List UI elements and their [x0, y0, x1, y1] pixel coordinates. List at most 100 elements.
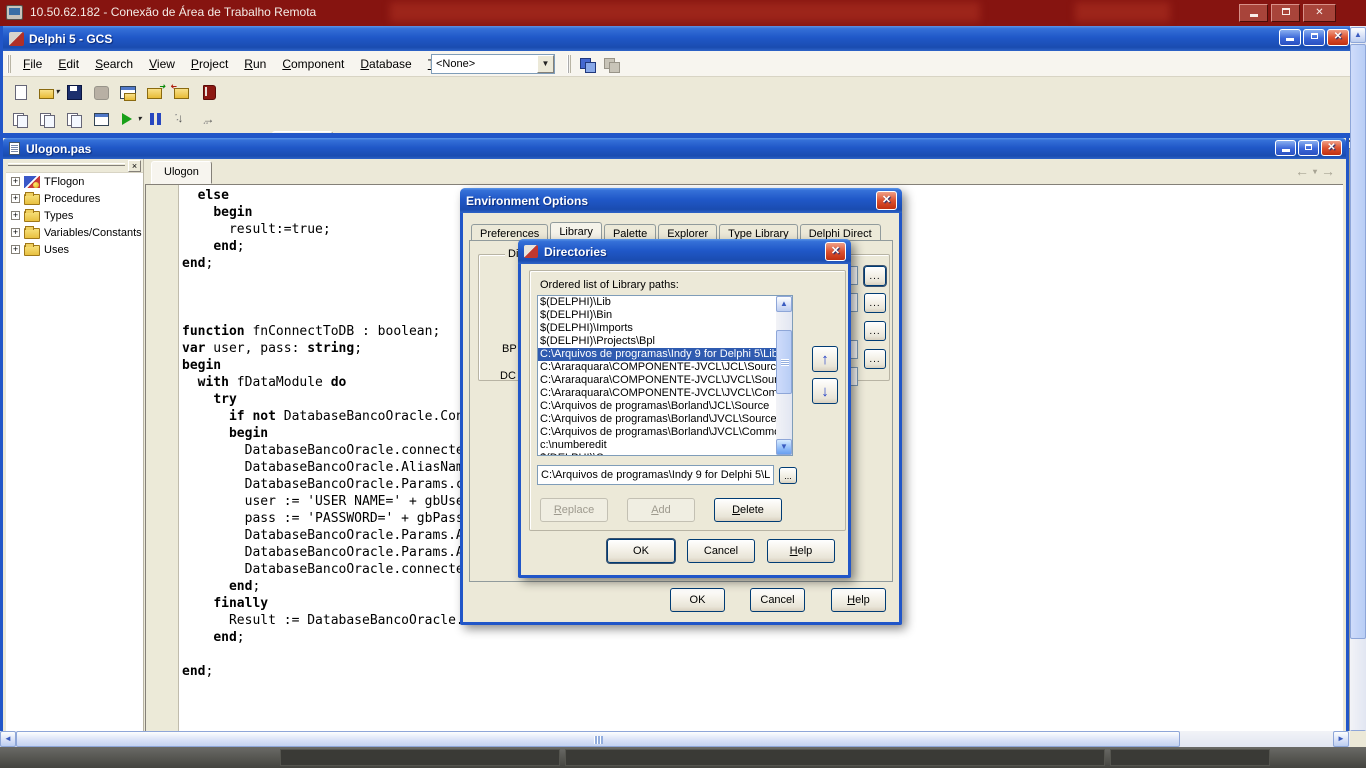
tree-item[interactable]: + Procedures [6, 190, 143, 207]
set-debug-desktop-icon[interactable] [601, 55, 621, 73]
rdp-vscroll-thumb[interactable] [1350, 44, 1366, 639]
library-path-item[interactable]: $(DELPHI)\Lib [538, 296, 776, 309]
dir-cancel-button[interactable]: Cancel [687, 539, 755, 563]
menu-item[interactable]: View [141, 53, 183, 75]
path-browse-button[interactable]: ... [779, 467, 797, 484]
close-button[interactable]: ✕ [1327, 29, 1349, 46]
move-down-button[interactable]: ↓ [812, 378, 838, 404]
chevron-down-icon[interactable]: ▾ [1313, 167, 1317, 176]
expand-icon[interactable]: + [11, 211, 20, 220]
menu-item[interactable]: Component [274, 53, 352, 75]
library-path-item[interactable]: C:\Arquivos de programas\Borland\JVCL\Co… [538, 426, 776, 439]
expand-icon[interactable]: + [11, 228, 20, 237]
editor-restore-button[interactable] [1298, 140, 1319, 156]
library-path-browse-button[interactable]: ... [864, 266, 886, 286]
menu-item[interactable]: Database [352, 53, 419, 75]
library-path-item[interactable]: C:\Araraquara\COMPONENTE-JVCL\JVCL\Com [538, 387, 776, 400]
library-path-item[interactable]: C:\Arquivos de programas\Borland\JCL\Sou… [538, 400, 776, 413]
maximize-button[interactable] [1303, 29, 1325, 46]
library-path-item[interactable]: $(DELPHI)\Projects\Bpl [538, 335, 776, 348]
taskbar-segment[interactable] [280, 749, 560, 766]
rdp-scroll-left-icon[interactable]: ◄ [0, 731, 16, 747]
toolbar-button[interactable] [88, 107, 113, 130]
tree-item[interactable]: + Types [6, 207, 143, 224]
toolbar-button[interactable] [169, 80, 194, 103]
taskbar-segment[interactable] [565, 749, 1105, 766]
toolbar-gripper[interactable] [7, 55, 11, 73]
rdp-vertical-scrollbar[interactable]: ▲ ▼ [1350, 26, 1366, 747]
code-line[interactable] [182, 714, 1343, 731]
rdp-close-button[interactable]: ✕ [1303, 4, 1336, 22]
toolbar-button[interactable] [7, 80, 32, 103]
toolbar-button[interactable] [196, 107, 221, 130]
delete-button[interactable]: Delete [714, 498, 782, 522]
toolbar-button[interactable] [115, 80, 140, 103]
editor-tab-ulogon[interactable]: Ulogon [151, 161, 212, 184]
editor-minimize-button[interactable] [1275, 140, 1296, 156]
replace-button[interactable]: Replace [540, 498, 608, 522]
library-path-item[interactable]: C:\Araraquara\COMPONENTE-JVCL\JVCL\Sour [538, 374, 776, 387]
toolbar-button[interactable] [61, 107, 86, 130]
menu-item[interactable]: File [15, 53, 50, 75]
toolbar-button[interactable] [169, 107, 194, 130]
toolbar-button[interactable] [196, 80, 221, 103]
library-path-item[interactable]: C:\Arquivos de programas\Indy 9 for Delp… [538, 348, 776, 361]
library-path-item[interactable]: c:\numberedit [538, 439, 776, 452]
eo-cancel-button[interactable]: Cancel [750, 588, 805, 612]
eo-ok-button[interactable]: OK [670, 588, 725, 612]
code-line[interactable] [182, 680, 1343, 697]
rdp-hscroll-thumb[interactable] [16, 731, 1180, 747]
list-scrollbar[interactable]: ▲ ▼ [776, 296, 792, 455]
path-input[interactable] [537, 465, 774, 485]
toolbar-button[interactable] [142, 80, 167, 103]
expand-icon[interactable]: + [11, 194, 20, 203]
toolbar-button[interactable] [34, 80, 59, 103]
dir-ok-button[interactable]: OK [607, 539, 675, 563]
menu-item[interactable]: Edit [50, 53, 87, 75]
tree-item[interactable]: + TFlogon [6, 173, 143, 190]
code-line[interactable]: end; [182, 663, 1343, 680]
environment-options-close-icon[interactable]: ✕ [876, 191, 897, 210]
expand-icon[interactable]: + [11, 245, 20, 254]
library-path-item[interactable]: $(DELPHI)\Bin [538, 309, 776, 322]
toolbar-gripper[interactable] [567, 55, 571, 73]
scrollbar-thumb[interactable] [776, 330, 792, 394]
tree-item[interactable]: + Uses [6, 241, 143, 258]
dcu-output-browse-button[interactable]: ... [864, 293, 886, 313]
rdp-scroll-up-icon[interactable]: ▲ [1350, 27, 1366, 43]
scroll-down-icon[interactable]: ▼ [776, 439, 792, 455]
library-path-item[interactable]: C:\Araraquara\COMPONENTE-JVCL\JCL\Sourc [538, 361, 776, 374]
close-icon[interactable]: × [128, 160, 141, 172]
toolbar-button[interactable] [7, 107, 32, 130]
rdp-horizontal-scrollbar[interactable]: ◄ ► [0, 731, 1350, 747]
menu-item[interactable]: Run [236, 53, 274, 75]
dcp-output-browse-button[interactable]: ... [864, 349, 886, 369]
minimize-button[interactable] [1279, 29, 1301, 46]
scroll-up-icon[interactable]: ▲ [776, 296, 792, 312]
chevron-down-icon[interactable]: ▼ [537, 55, 554, 73]
toolbar-button[interactable] [61, 80, 86, 103]
taskbar-segment[interactable] [1110, 749, 1270, 766]
menu-item[interactable]: Project [183, 53, 236, 75]
toolbar-button[interactable] [34, 107, 59, 130]
dir-help-button[interactable]: Help [767, 539, 835, 563]
toolbar-button[interactable] [142, 107, 167, 130]
directories-close-icon[interactable]: ✕ [825, 242, 846, 261]
splitter-handle[interactable] [8, 163, 125, 166]
eo-help-button[interactable]: Help [831, 588, 886, 612]
toolbar-button[interactable] [115, 107, 140, 130]
code-line[interactable] [182, 697, 1343, 714]
bpl-output-browse-button[interactable]: ... [864, 321, 886, 341]
rdp-scroll-right-icon[interactable]: ► [1333, 731, 1349, 747]
desktop-layout-combo[interactable]: <None> ▼ [431, 54, 555, 74]
taskbar-edge[interactable] [0, 747, 1366, 768]
move-up-button[interactable]: ↑ [812, 346, 838, 372]
library-path-item[interactable]: $(DELPHI)\Source [538, 452, 776, 455]
editor-close-button[interactable]: ✕ [1321, 140, 1342, 156]
save-desktop-icon[interactable] [577, 55, 597, 73]
tree-item[interactable]: + Variables/Constants [6, 224, 143, 241]
rdp-minimize-button[interactable] [1239, 4, 1268, 22]
add-button[interactable]: Add [627, 498, 695, 522]
rdp-restore-button[interactable] [1271, 4, 1300, 22]
code-line[interactable]: end; [182, 629, 1343, 646]
